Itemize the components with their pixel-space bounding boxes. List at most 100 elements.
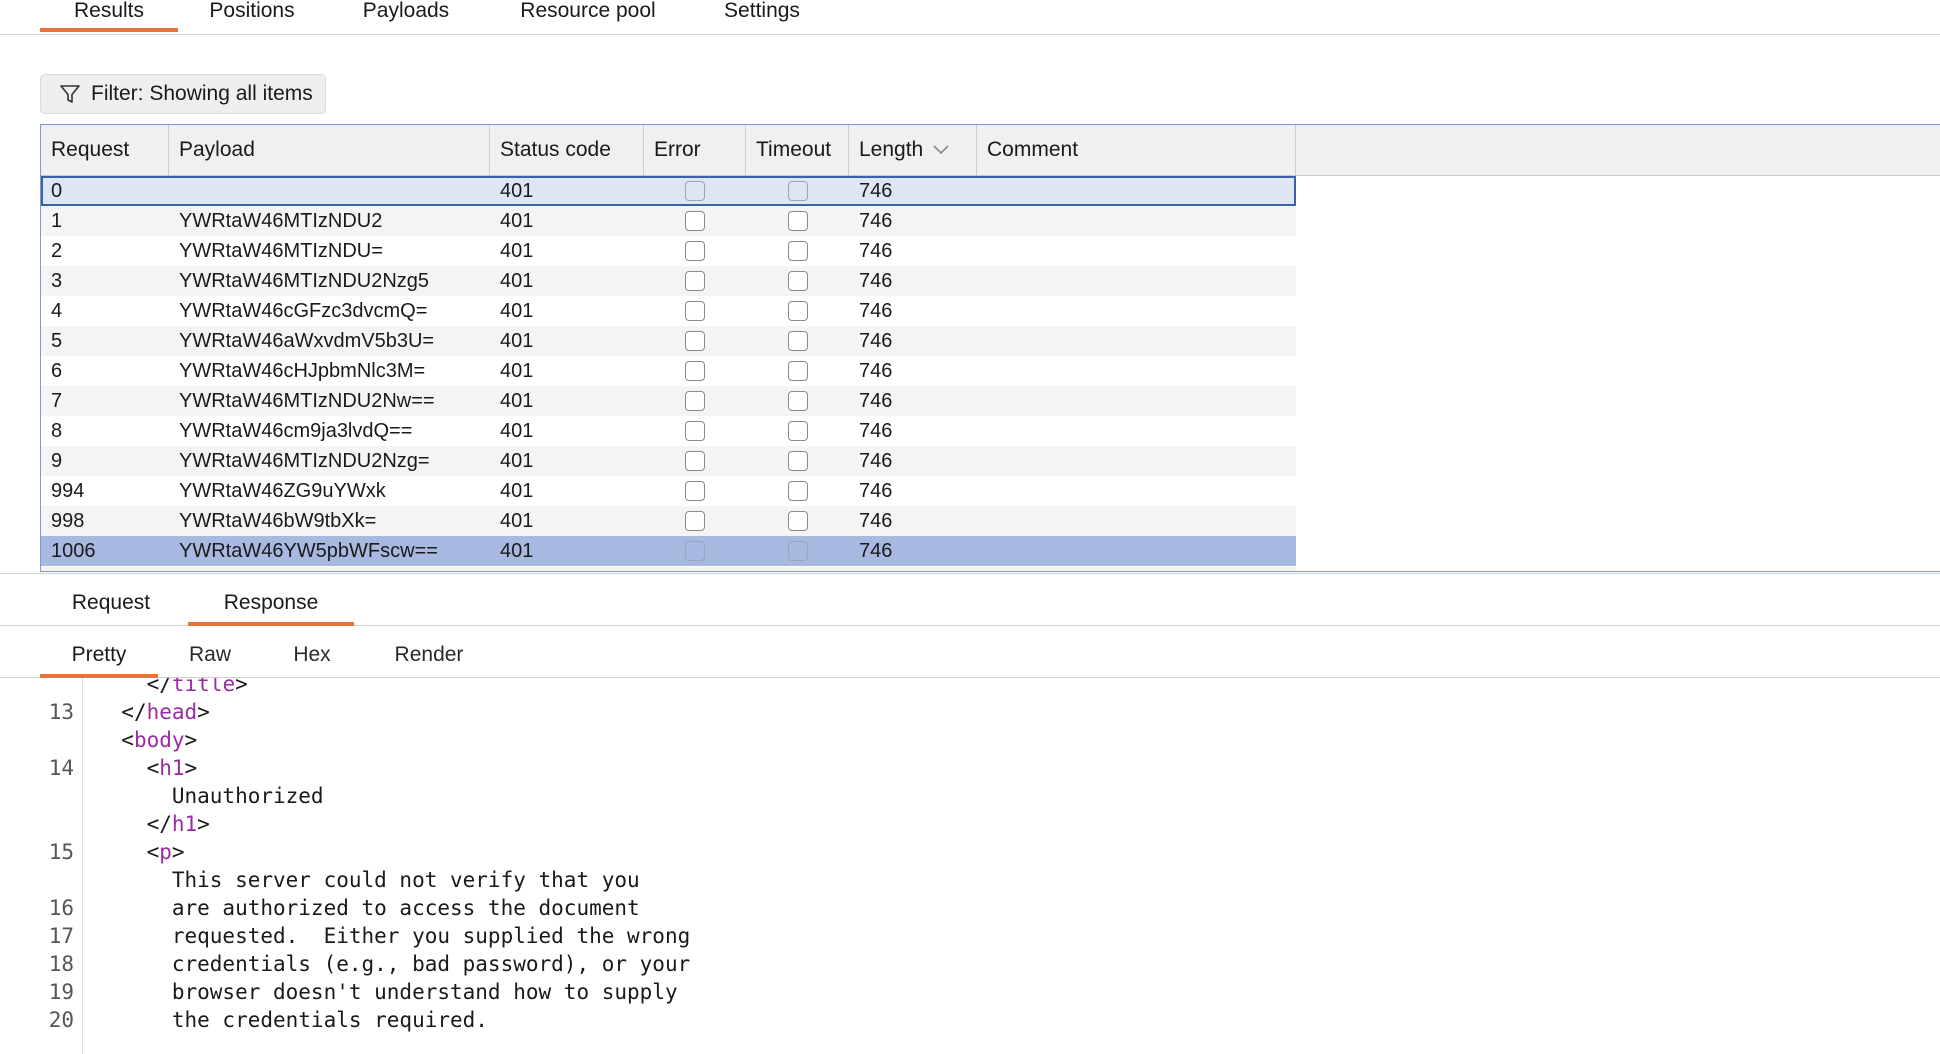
- table-row[interactable]: 1 YWRtaW46MTIzNDU2 401 746: [41, 206, 1296, 236]
- tab-resource-pool[interactable]: Resource pool: [500, 0, 676, 30]
- column-label: Timeout: [756, 138, 832, 161]
- tab-settings[interactable]: Settings: [704, 0, 820, 30]
- tab-raw[interactable]: Raw: [174, 635, 246, 677]
- status-cell: 401: [500, 180, 534, 202]
- table-row[interactable]: 7 YWRtaW46MTIzNDU2Nw== 401 746: [41, 386, 1296, 416]
- column-header-comment[interactable]: Comment: [977, 125, 1296, 175]
- payload-cell: YWRtaW46cHJpbmNlc3M=: [179, 360, 426, 382]
- status-cell: 401: [500, 480, 534, 502]
- column-header-status-code[interactable]: Status code: [490, 125, 644, 175]
- status-cell: 401: [500, 210, 534, 232]
- comment-cell: [977, 356, 1296, 386]
- table-scroll-edge: [41, 567, 1296, 571]
- payload-cell: [169, 176, 490, 206]
- status-cell: 401: [500, 300, 534, 322]
- table-body: 0 401 746 1 YWRtaW46MTIzNDU2 401 746 2 YWRtaW46M…: [41, 176, 1296, 566]
- length-cell: 746: [859, 240, 893, 262]
- payload-cell: YWRtaW46MTIzNDU2Nzg5: [179, 270, 430, 292]
- request-cell: 994: [51, 480, 85, 502]
- timeout-checkbox: [788, 181, 808, 201]
- error-checkbox: [685, 301, 705, 321]
- tab-positions[interactable]: Positions: [196, 0, 308, 30]
- error-checkbox: [685, 241, 705, 261]
- timeout-checkbox: [788, 541, 808, 561]
- table-row[interactable]: 4 YWRtaW46cGFzc3dvcmQ= 401 746: [41, 296, 1296, 326]
- request-cell: 998: [51, 510, 85, 532]
- line-number: 15: [48, 840, 74, 864]
- comment-cell: [977, 506, 1296, 536]
- column-header-error[interactable]: Error: [644, 125, 746, 175]
- split-divider[interactable]: [0, 573, 1940, 574]
- length-cell: 746: [859, 390, 893, 412]
- code-line: </h1>: [96, 810, 210, 838]
- tag-name: h1: [159, 756, 185, 780]
- tab-hex[interactable]: Hex: [276, 635, 348, 677]
- comment-cell: [977, 296, 1296, 326]
- timeout-checkbox: [788, 211, 808, 231]
- table-row[interactable]: 0 401 746: [41, 176, 1296, 206]
- comment-cell: [977, 386, 1296, 416]
- table-row[interactable]: 998 YWRtaW46bW9tbXk= 401 746: [41, 506, 1296, 536]
- length-cell: 746: [859, 480, 893, 502]
- tab-response[interactable]: Response: [188, 583, 354, 626]
- table-row[interactable]: 3 YWRtaW46MTIzNDU2Nzg5 401 746: [41, 266, 1296, 296]
- chevron-down-icon: [933, 145, 949, 155]
- column-header-length[interactable]: Length: [849, 125, 977, 175]
- error-checkbox: [685, 271, 705, 291]
- timeout-checkbox: [788, 391, 808, 411]
- table-row[interactable]: 9 YWRtaW46MTIzNDU2Nzg= 401 746: [41, 446, 1296, 476]
- response-editor[interactable]: </title> </head> 13 <body> <h1> 14 Unautho…: [40, 678, 1940, 1054]
- tag-name: p: [159, 840, 172, 864]
- column-header-payload[interactable]: Payload: [169, 125, 490, 175]
- text-content: Unauthorized: [171, 784, 324, 808]
- code-line: <p>: [96, 838, 185, 866]
- code-line: Unauthorized: [96, 782, 324, 810]
- code-line: browser doesn't understand how to supply: [96, 978, 678, 1006]
- request-cell: 3: [51, 270, 63, 292]
- status-cell: 401: [500, 510, 534, 532]
- request-cell: 2: [51, 240, 63, 262]
- length-cell: 746: [859, 420, 893, 442]
- table-row[interactable]: 2 YWRtaW46MTIzNDU= 401 746: [41, 236, 1296, 266]
- tag-bracket: >: [197, 812, 210, 836]
- error-checkbox: [685, 541, 705, 561]
- table-row[interactable]: 1006 YWRtaW46YW5pbWFscw== 401 746: [41, 536, 1296, 566]
- column-label: Payload: [179, 138, 255, 161]
- column-header-request[interactable]: Request: [41, 125, 169, 175]
- payload-cell: YWRtaW46MTIzNDU2Nzg=: [179, 450, 430, 472]
- column-header-timeout[interactable]: Timeout: [746, 125, 849, 175]
- length-cell: 746: [859, 270, 893, 292]
- line-number: 13: [48, 700, 74, 724]
- request-cell: 5: [51, 330, 63, 352]
- tab-request[interactable]: Request: [52, 583, 170, 625]
- text-content: the credentials required.: [171, 1008, 488, 1032]
- table-row[interactable]: 8 YWRtaW46cm9ja3lvdQ== 401 746: [41, 416, 1296, 446]
- payload-cell: YWRtaW46ZG9uYWxk: [179, 480, 386, 502]
- payload-cell: YWRtaW46MTIzNDU2: [179, 210, 383, 232]
- table-row[interactable]: 6 YWRtaW46cHJpbmNlc3M= 401 746: [41, 356, 1296, 386]
- table-row[interactable]: 5 YWRtaW46aWxvdmV5b3U= 401 746: [41, 326, 1296, 356]
- table-row[interactable]: 994 YWRtaW46ZG9uYWxk 401 746: [41, 476, 1296, 506]
- length-cell: 746: [859, 210, 893, 232]
- timeout-checkbox: [788, 301, 808, 321]
- error-checkbox: [685, 181, 705, 201]
- line-number: 14: [48, 756, 74, 780]
- tab-pretty[interactable]: Pretty: [40, 635, 158, 678]
- filter-button[interactable]: Filter: Showing all items: [40, 74, 326, 114]
- code-line: <h1>: [96, 754, 198, 782]
- tab-render[interactable]: Render: [376, 635, 482, 677]
- tab-results[interactable]: Results: [40, 0, 178, 32]
- payload-cell: YWRtaW46MTIzNDU2Nw==: [179, 390, 435, 412]
- timeout-checkbox: [788, 421, 808, 441]
- tab-payloads[interactable]: Payloads: [346, 0, 466, 30]
- line-number: 18: [48, 952, 74, 976]
- tag-name: body: [133, 728, 185, 752]
